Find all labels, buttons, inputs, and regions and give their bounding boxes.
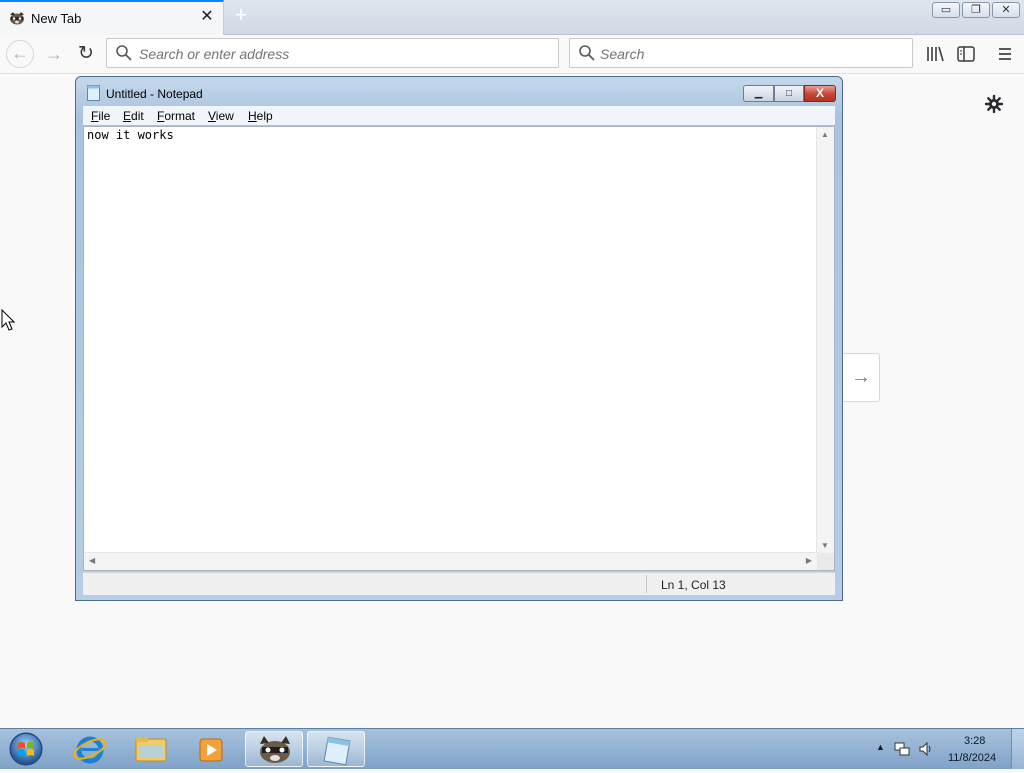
horizontal-scrollbar[interactable]: ◀ ▶ (84, 552, 819, 570)
browser-close-button[interactable]: ✕ (992, 2, 1020, 18)
search-icon (116, 45, 132, 61)
sidebar-icon[interactable] (956, 44, 976, 64)
next-arrow-button[interactable]: → (843, 353, 880, 402)
reload-button[interactable]: ↻ (72, 41, 100, 67)
tab-new-tab[interactable]: New Tab ✕ (0, 0, 224, 35)
menu-icon[interactable] (995, 44, 1015, 64)
vertical-scrollbar[interactable]: ▲ ▼ (816, 127, 834, 553)
start-orb-icon[interactable] (6, 731, 46, 767)
taskbar-notepad[interactable] (307, 731, 365, 767)
address-placeholder: Search or enter address (139, 46, 290, 62)
show-hidden-icons-button[interactable]: ▲ (876, 742, 885, 752)
library-icon[interactable] (925, 44, 945, 64)
address-bar[interactable]: Search or enter address (106, 38, 559, 68)
notepad-menubar: File Edit Format View Help (83, 106, 835, 125)
new-tab-button[interactable]: + (231, 4, 251, 26)
media-player-icon (199, 738, 223, 762)
cursor-position: Ln 1, Col 13 (661, 578, 726, 592)
tab-strip: New Tab ✕ + ▭ ❐ ✕ (0, 0, 1024, 35)
folder-icon (135, 737, 167, 762)
browser-window-controls: ▭ ❐ ✕ (932, 2, 1020, 20)
scroll-left-icon[interactable]: ◀ (89, 556, 95, 565)
back-button[interactable]: ← (6, 40, 34, 68)
clock-time[interactable]: 3:28 (964, 735, 985, 747)
notepad-icon (87, 85, 100, 101)
menu-file[interactable]: File (91, 109, 110, 123)
search-placeholder: Search (600, 46, 645, 62)
menu-edit[interactable]: Edit (123, 109, 144, 123)
taskbar-internet-explorer[interactable] (62, 731, 120, 767)
browser-minimize-button[interactable]: ▭ (932, 2, 960, 18)
taskbar-file-explorer[interactable] (122, 731, 180, 767)
menu-format[interactable]: Format (157, 109, 195, 123)
taskbar-media-player[interactable] (182, 731, 240, 767)
status-separator (646, 575, 647, 593)
mouse-cursor-icon (1, 309, 15, 331)
raccoon-browser-icon (260, 736, 290, 763)
search-icon (579, 45, 595, 61)
scroll-up-icon[interactable]: ▲ (821, 130, 829, 139)
notepad-maximize-button[interactable]: □ (774, 85, 804, 102)
notepad-text-area[interactable]: now it works ▲ ▼ ◀ ▶ (83, 126, 835, 571)
search-bar[interactable]: Search (569, 38, 913, 68)
notepad-window-controls: ▁ □ X (743, 85, 836, 102)
network-icon[interactable] (894, 741, 910, 757)
taskbar: ▲ 3:28 11/8/2024 (0, 728, 1024, 769)
notepad-minimize-button[interactable]: ▁ (743, 85, 774, 102)
navigation-toolbar: ← → ↻ Search or enter address Search (0, 35, 1024, 74)
volume-icon[interactable] (918, 741, 934, 757)
tab-title: New Tab (31, 11, 82, 26)
scroll-corner (817, 553, 834, 570)
menu-view[interactable]: View (208, 109, 234, 123)
internet-explorer-icon (73, 736, 107, 764)
browser-restore-button[interactable]: ❐ (962, 2, 990, 18)
notepad-icon (323, 736, 351, 766)
notepad-content: now it works (87, 128, 174, 142)
notepad-close-button[interactable]: X (804, 85, 836, 102)
notepad-title: Untitled - Notepad (106, 87, 203, 101)
scroll-down-icon[interactable]: ▼ (821, 541, 829, 550)
forward-button[interactable]: → (40, 41, 68, 67)
scroll-right-icon[interactable]: ▶ (806, 556, 812, 565)
clock-date[interactable]: 11/8/2024 (948, 752, 996, 764)
menu-help[interactable]: Help (248, 109, 273, 123)
system-tray: ▲ 3:28 11/8/2024 (864, 729, 1024, 769)
show-desktop-button[interactable] (1011, 729, 1024, 769)
raccoon-favicon-icon (10, 12, 24, 25)
gear-icon[interactable] (984, 94, 1004, 114)
tab-close-icon[interactable]: ✕ (198, 8, 216, 26)
notepad-statusbar: Ln 1, Col 13 (83, 572, 835, 595)
notepad-window: Untitled - Notepad ▁ □ X File Edit Forma… (75, 76, 843, 601)
taskbar-firefox[interactable] (245, 731, 303, 767)
